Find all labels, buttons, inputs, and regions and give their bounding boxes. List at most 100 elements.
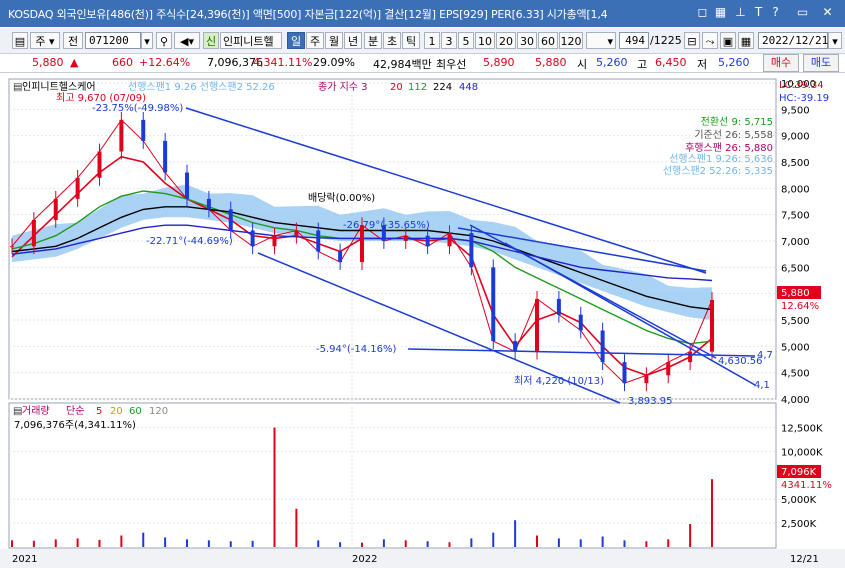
chart-svg[interactable]: 10,0009,5009,0008,5008,0007,5007,0006,50… xyxy=(0,73,845,568)
count-1[interactable]: 1 xyxy=(424,32,440,49)
save-icon[interactable]: ▣ xyxy=(720,32,736,49)
count-20[interactable]: 20 xyxy=(496,32,516,49)
candle-body xyxy=(710,299,714,352)
candle-body xyxy=(272,235,277,247)
channel-value-2: 4,7 xyxy=(757,350,773,361)
volume-ma-20: 20 xyxy=(110,406,123,417)
title-bar: KOSDAQ 외국인보유[486(천)] 주식수[24,396(천)] 액면[5… xyxy=(0,0,845,27)
calendar-icon[interactable]: ▦ xyxy=(738,32,754,49)
date-input[interactable]: 2022/12/21 xyxy=(758,32,828,49)
tab-day[interactable]: 일 xyxy=(287,32,305,49)
legend-stock-name: 인피니트헬스케어 xyxy=(22,81,96,93)
tab-week[interactable]: 주 xyxy=(306,32,324,49)
search-icon[interactable]: ⚲ xyxy=(156,32,172,49)
count-10[interactable]: 10 xyxy=(475,32,495,49)
candle-body xyxy=(425,235,430,247)
y-tick-label: 9,000 xyxy=(781,132,810,143)
high-percent-annotation: -23.75%(-49.98%) xyxy=(92,103,183,114)
volume-bar xyxy=(317,540,320,547)
volume-bar xyxy=(536,535,538,547)
code-input[interactable]: 071200 xyxy=(85,32,141,49)
channel-value-3: 4,1 xyxy=(754,380,770,391)
legend-ma-112: 112 xyxy=(408,82,427,93)
trend-annotation-2: -26.79°(-35.65%) xyxy=(343,220,430,231)
count-3[interactable]: 3 xyxy=(441,32,457,49)
restore-icon[interactable]: ▭ xyxy=(795,5,810,20)
volume-ma-120: 120 xyxy=(149,406,168,417)
candle-body xyxy=(53,198,58,220)
volume-bar xyxy=(492,532,495,547)
tab-minute[interactable]: 분 xyxy=(364,32,382,49)
high-price: 6,450 xyxy=(655,56,687,69)
candle-body xyxy=(206,198,211,210)
candle-body xyxy=(228,209,233,231)
volume-bar xyxy=(295,508,298,547)
trade-amount: 42,984백만 xyxy=(373,58,432,71)
x-axis-band xyxy=(0,549,845,568)
close-icon[interactable]: ✕ xyxy=(820,5,835,20)
sell-button[interactable]: 매도 xyxy=(803,54,839,72)
grid-icon[interactable]: ▦ xyxy=(713,5,728,20)
count-120[interactable]: 120 xyxy=(559,32,583,49)
chart-area[interactable]: 10,000 9,500 9,000 8,500 8,000 7,500 7,000 6,50… xyxy=(0,73,845,568)
window-icon[interactable]: ◻ xyxy=(695,5,710,20)
low-value-annotation: 3,893.95 xyxy=(628,396,673,407)
volume-bar xyxy=(514,520,517,547)
candle-body xyxy=(97,151,102,178)
candle-body xyxy=(10,246,14,248)
tab-month[interactable]: 월 xyxy=(325,32,343,49)
trend-tool-icon[interactable]: ⤳ xyxy=(702,32,718,49)
y-tick-label: 5,500 xyxy=(781,316,810,327)
count-30[interactable]: 30 xyxy=(517,32,537,49)
text-icon[interactable]: T xyxy=(751,5,766,20)
volume-tick-label: 10,000K xyxy=(781,447,823,458)
prev-button[interactable]: 전 xyxy=(63,32,83,49)
tab-second[interactable]: 초 xyxy=(383,32,401,49)
candle-body xyxy=(403,235,408,241)
y-tick-label: 4,500 xyxy=(781,369,810,380)
count-5[interactable]: 5 xyxy=(458,32,474,49)
corner-lc: LC:39.34 xyxy=(779,80,824,91)
volume-legend: 거래량 xyxy=(22,405,50,417)
y-tick-label: 7,000 xyxy=(781,237,810,248)
buy-button[interactable]: 매수 xyxy=(763,54,799,72)
candle-body xyxy=(163,140,168,173)
ichimoku-lead2: 선행스팬2 52.26: 5,335 xyxy=(663,165,773,177)
sound-icon[interactable]: ◀▾ xyxy=(174,32,200,49)
volume-bar xyxy=(98,539,101,547)
legend-ma-448: 448 xyxy=(459,82,478,93)
candle-body xyxy=(688,351,693,363)
code-dropdown-icon[interactable]: ▾ xyxy=(141,32,153,49)
help-icon[interactable]: ? xyxy=(768,5,783,20)
corner-hc: HC:-39.19 xyxy=(779,93,829,104)
volume-bar xyxy=(251,540,254,547)
position-input[interactable]: 494 xyxy=(619,32,649,49)
volume-bar xyxy=(76,538,79,547)
tab-tick[interactable]: 틱 xyxy=(402,32,420,49)
volume-bar xyxy=(448,542,451,547)
candle-body xyxy=(75,177,80,199)
volume-bar xyxy=(207,540,210,547)
count-60[interactable]: 60 xyxy=(538,32,558,49)
y-tick-label: 8,000 xyxy=(781,184,810,195)
best-ask: 5,880 xyxy=(535,56,567,69)
volume-tag-percent: 4341.11% xyxy=(781,480,832,491)
open-price: 5,260 xyxy=(596,56,628,69)
candle-body xyxy=(119,119,124,152)
y-tick-label: 7,500 xyxy=(781,211,810,222)
tab-year[interactable]: 년 xyxy=(344,32,362,49)
stock-type-select[interactable]: 주 ▾ xyxy=(30,32,60,49)
current-price: 5,880 xyxy=(32,56,64,69)
candle-body xyxy=(250,230,255,247)
date-dropdown-icon[interactable]: ▾ xyxy=(828,32,842,49)
zoom-icon[interactable]: ⊟ xyxy=(684,32,700,49)
stock-name: 인피니트헬 xyxy=(220,32,282,49)
y-tick-label: 4,000 xyxy=(781,395,810,406)
pin-icon[interactable]: ⊥ xyxy=(733,5,748,20)
ichimoku-conversion: 전환선 9: 5,715 xyxy=(701,116,773,128)
low-price: 5,260 xyxy=(718,56,750,69)
turnover-rate: 29.09% xyxy=(313,56,355,69)
volume-legend-sub: 단순 xyxy=(66,405,84,417)
count-input[interactable]: ▾ xyxy=(586,32,616,49)
chart-icon[interactable]: ▤ xyxy=(12,32,28,49)
